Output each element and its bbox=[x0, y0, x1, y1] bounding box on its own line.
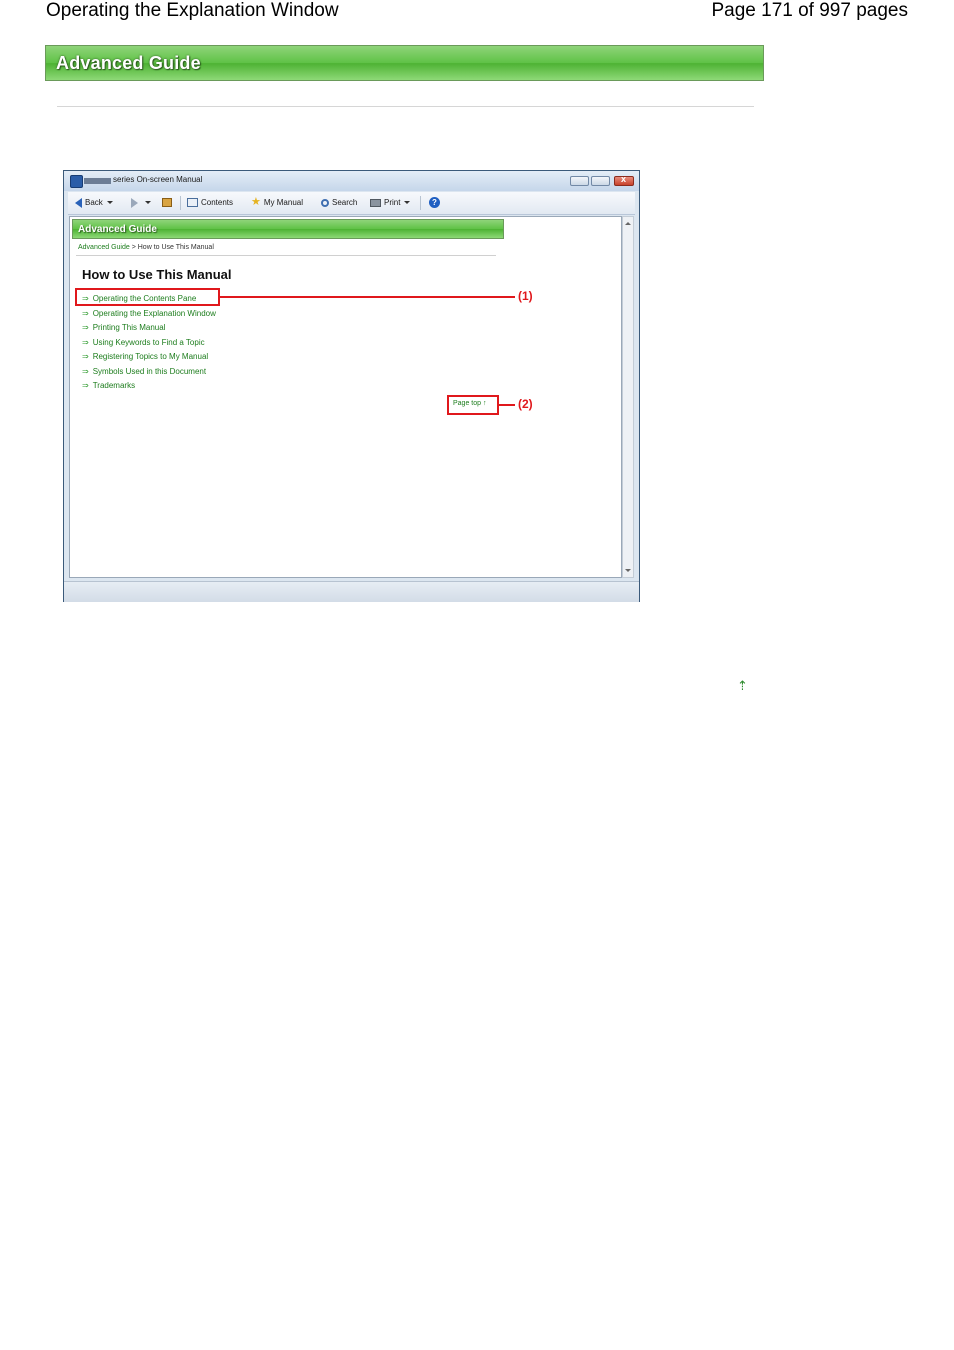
breadcrumb-current: How to Use This Manual bbox=[137, 244, 214, 251]
contents-icon bbox=[187, 198, 198, 208]
forward-arrow-icon bbox=[131, 197, 138, 208]
callout-label-1: (1) bbox=[518, 289, 533, 303]
callout-box-2 bbox=[447, 395, 499, 415]
advanced-guide-banner: Advanced Guide bbox=[45, 45, 764, 81]
mini-advanced-guide-banner: Advanced Guide bbox=[72, 219, 504, 239]
toolbar-separator bbox=[420, 196, 421, 210]
search-button: Search bbox=[321, 197, 357, 208]
minimize-icon bbox=[570, 176, 589, 186]
topic-link: Operating the Explanation Window bbox=[82, 308, 216, 323]
topic-link-list: Operating the Contents Pane Operating th… bbox=[82, 293, 216, 395]
forward-button bbox=[131, 197, 151, 208]
window-title: series On-screen Manual bbox=[113, 175, 203, 184]
back-label: Back bbox=[85, 198, 103, 207]
chevron-down-icon bbox=[145, 201, 151, 205]
vertical-scrollbar bbox=[622, 216, 634, 578]
maximize-icon bbox=[591, 176, 610, 186]
chevron-down-icon bbox=[404, 201, 411, 205]
toolbar: Back Contents ★ My Manual Search Print ? bbox=[68, 192, 635, 215]
my-manual-label: My Manual bbox=[263, 198, 303, 207]
star-icon: ★ bbox=[251, 196, 261, 209]
manual-heading: How to Use This Manual bbox=[82, 267, 232, 282]
breadcrumb-link: Advanced Guide bbox=[78, 244, 130, 251]
home-button bbox=[162, 197, 175, 208]
page-counter: Page 171 of 997 pages bbox=[711, 0, 908, 21]
page-title: Operating the Explanation Window bbox=[46, 0, 339, 21]
banner-label: Advanced Guide bbox=[56, 53, 201, 73]
scroll-up-icon bbox=[625, 222, 631, 225]
back-button: Back bbox=[75, 197, 113, 208]
my-manual-button: ★ My Manual bbox=[251, 197, 303, 208]
page-top-arrow-icon[interactable]: ⇡ bbox=[737, 678, 748, 694]
breadcrumb-divider bbox=[76, 255, 496, 256]
print-button: Print bbox=[370, 197, 411, 208]
chevron-down-icon bbox=[106, 201, 113, 205]
window-title-bar: series On-screen Manual bbox=[64, 171, 639, 191]
toolbar-separator bbox=[180, 196, 181, 210]
topic-link: Trademarks bbox=[82, 380, 216, 395]
topic-link: Printing This Manual bbox=[82, 322, 216, 337]
topic-link: Registering Topics to My Manual bbox=[82, 351, 216, 366]
printer-icon bbox=[370, 198, 381, 207]
callout-line-2 bbox=[499, 404, 515, 406]
status-bar bbox=[64, 581, 639, 602]
topic-link: Symbols Used in this Document bbox=[82, 366, 216, 381]
explanation-pane: Advanced Guide Advanced Guide > How to U… bbox=[69, 216, 622, 578]
help-button: ? bbox=[429, 197, 443, 209]
breadcrumb: Advanced Guide > How to Use This Manual bbox=[78, 244, 214, 251]
back-arrow-icon bbox=[75, 197, 82, 208]
help-icon: ? bbox=[429, 197, 440, 209]
topic-link: Using Keywords to Find a Topic bbox=[82, 337, 216, 352]
callout-label-2: (2) bbox=[518, 397, 533, 411]
explanation-window-screenshot: series On-screen Manual Back Contents ★M… bbox=[63, 170, 640, 602]
scroll-down-icon bbox=[625, 569, 631, 572]
callout-box-1 bbox=[75, 288, 220, 306]
contents-label: Contents bbox=[201, 198, 234, 207]
callout-line-1 bbox=[220, 296, 515, 298]
print-label: Print bbox=[384, 198, 401, 207]
mini-banner-label: Advanced Guide bbox=[78, 224, 157, 235]
divider bbox=[57, 106, 754, 107]
breadcrumb-separator: > bbox=[129, 244, 138, 251]
home-icon bbox=[162, 198, 172, 208]
app-icon bbox=[70, 175, 83, 188]
close-icon bbox=[614, 174, 634, 186]
contents-button: Contents bbox=[187, 197, 233, 208]
search-label: Search bbox=[332, 198, 358, 207]
search-icon bbox=[321, 198, 329, 207]
redacted-model-name bbox=[84, 178, 111, 184]
